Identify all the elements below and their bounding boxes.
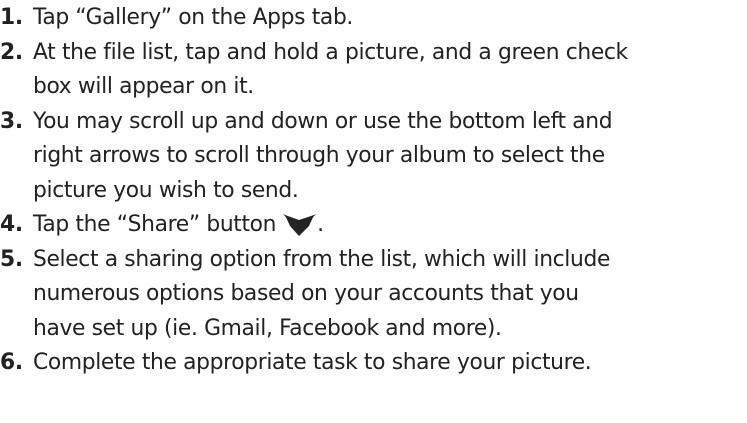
step-text-line: numerous options based on your accounts …: [33, 281, 579, 306]
step-3: 3. You may scroll up and down or use the…: [0, 105, 747, 209]
step-text-line: At the file list, tap and hold a picture…: [33, 39, 628, 65]
step-text-line: right arrows to scroll through your albu…: [33, 143, 605, 168]
step-number: 3.: [0, 108, 23, 134]
step-text-line: Tap “Gallery” on the Apps tab.: [33, 5, 354, 30]
instruction-list: 1. Tap “Gallery” on the Apps tab. 2. At …: [0, 1, 747, 381]
step-6: 6. Complete the appropriate task to shar…: [0, 346, 747, 381]
step-text-after-icon: .: [317, 212, 324, 237]
share-icon: [283, 214, 317, 236]
step-number: 6.: [0, 350, 23, 375]
step-1: 1. Tap “Gallery” on the Apps tab.: [0, 1, 747, 36]
step-text-line: Complete the appropriate task to share y…: [33, 350, 592, 375]
step-text-line: have set up (ie. Gmail, Facebook and mor…: [33, 315, 502, 341]
step-text-line: box will appear on it.: [33, 74, 254, 99]
step-text-line: Tap the “Share” button .: [33, 208, 747, 243]
step-text-line: picture you wish to send.: [33, 177, 299, 203]
step-number: 5.: [0, 246, 23, 272]
step-5: 5. Select a sharing option from the list…: [0, 243, 747, 347]
step-text-line: You may scroll up and down or use the bo…: [33, 108, 613, 134]
step-number: 1.: [0, 5, 23, 30]
step-number: 2.: [0, 39, 23, 65]
step-text-line: Select a sharing option from the list, w…: [33, 246, 611, 272]
step-2: 2. At the file list, tap and hold a pict…: [0, 36, 747, 105]
step-number: 4.: [0, 212, 23, 237]
step-4: 4. Tap the “Share” button .: [0, 208, 747, 243]
step-text-before-icon: Tap the “Share” button: [33, 212, 277, 237]
